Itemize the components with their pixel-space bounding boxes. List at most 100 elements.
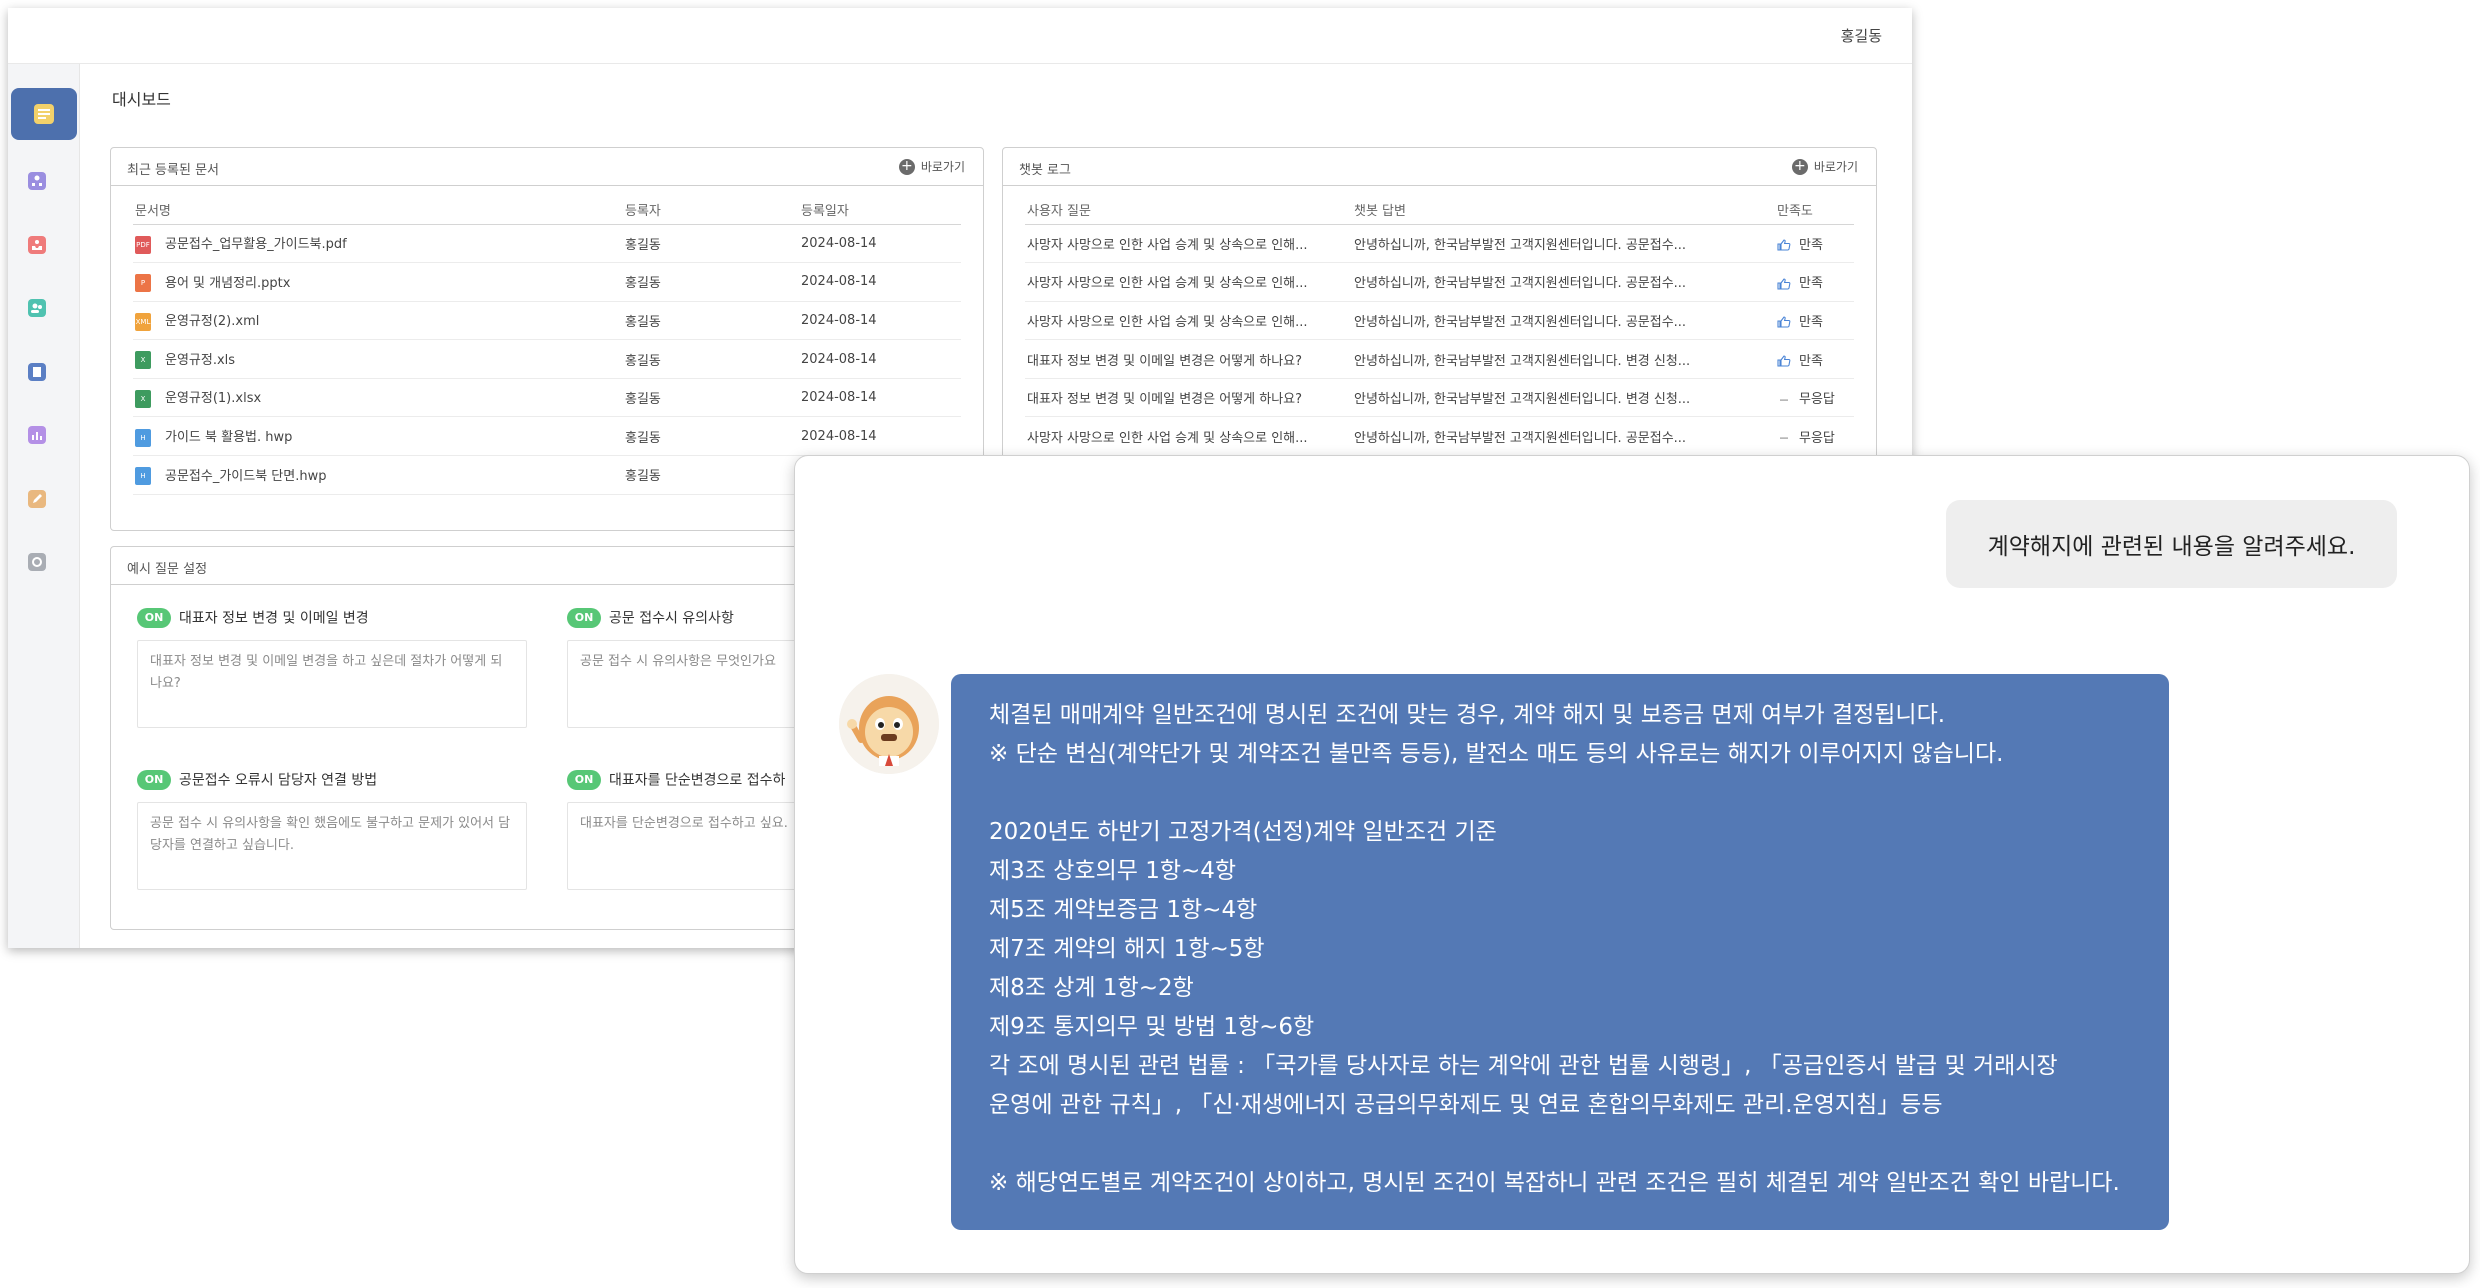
table-header-row: 사용자 질문 챗봇 답변 만족도 [1025, 196, 1854, 225]
table-row[interactable]: X 운영규정.xls 홍길동 2024-08-14 [133, 339, 961, 379]
document-icon [28, 363, 46, 381]
sample-question-card[interactable]: ON 공문접수 오류시 담당자 연결 방법 공문 접수 시 유의사항을 확인 했음… [137, 769, 527, 890]
bot-answer-cell[interactable]: 안녕하십니까, 한국남부발전 고객지원센터입니다. 공문접수... [1352, 301, 1775, 341]
user-name[interactable]: 홍길동 [1841, 25, 1882, 46]
user-question-cell[interactable]: 사망자 사망으로 인한 사업 승계 및 상속으로 인해... [1025, 262, 1352, 302]
sidebar-item-dashboard[interactable] [11, 88, 77, 140]
document-name[interactable]: 공문접수_가이드북 단면.hwp [165, 469, 327, 484]
bot-message-line: 제3조 상호의무 1항~4항 [989, 858, 1237, 884]
column-header: 등록일자 [799, 196, 961, 225]
document-name[interactable]: 운영규정(1).xlsx [165, 391, 261, 406]
inbox-icon [28, 236, 46, 254]
bot-message-line: 제8조 상계 1항~2항 [989, 975, 1194, 1001]
table-row[interactable]: 대표자 정보 변경 및 이메일 변경은 어떻게 하나요? 안녕하십니까, 한국남부… [1025, 378, 1854, 418]
table-row[interactable]: 사망자 사망으로 인한 사업 승계 및 상속으로 인해... 안녕하십니까, 한국… [1025, 224, 1854, 264]
goto-recent-documents-link[interactable]: + 바로가기 [898, 158, 965, 175]
author-cell: 홍길동 [623, 455, 799, 495]
satisfaction-label: 만족 [1799, 237, 1823, 253]
sidebar-item-statistics[interactable] [22, 420, 52, 450]
chatbot-avatar [839, 674, 939, 774]
author-cell: 홍길동 [623, 339, 799, 379]
user-question-cell[interactable]: 대표자 정보 변경 및 이메일 변경은 어떻게 하나요? [1025, 339, 1352, 379]
users-icon [28, 299, 46, 317]
xml-file-icon: XML [135, 312, 151, 331]
document-name-cell[interactable]: XML 운영규정(2).xml [133, 301, 623, 341]
bot-message-spacer [989, 774, 2131, 813]
column-header: 만족도 [1775, 196, 1854, 225]
author-cell: 홍길동 [623, 378, 799, 418]
sidebar-item-edit[interactable] [22, 484, 52, 514]
question-title: 공문접수 오류시 담당자 연결 방법 [179, 772, 378, 789]
on-toggle[interactable]: ON [137, 769, 171, 790]
document-name[interactable]: 용어 및 개념정리.pptx [165, 276, 290, 291]
thumbs-up-icon [1777, 278, 1791, 290]
thumbs-up-icon [1777, 316, 1791, 329]
satisfaction-cell: 만족 [1775, 224, 1854, 264]
bot-answer-cell[interactable]: 안녕하십니까, 한국남부발전 고객지원센터입니다. 공문접수... [1352, 224, 1775, 264]
sidebar-item-users[interactable] [22, 293, 52, 323]
document-name[interactable]: 운영규정.xls [165, 353, 235, 368]
panel-title: 최근 등록된 문서 [127, 163, 219, 178]
panel-title: 예시 질문 설정 [127, 562, 208, 577]
table-row[interactable]: X 운영규정(1).xlsx 홍길동 2024-08-14 [133, 378, 961, 418]
hwp-file-icon: H [135, 428, 151, 447]
document-name-cell[interactable]: X 운영규정.xls [133, 339, 623, 379]
document-name-cell[interactable]: P 용어 및 개념정리.pptx [133, 262, 623, 302]
table-row[interactable]: XML 운영규정(2).xml 홍길동 2024-08-14 [133, 301, 961, 341]
document-name[interactable]: 운영규정(2).xml [165, 314, 259, 329]
sidebar-item-documents[interactable] [22, 357, 52, 387]
on-toggle[interactable]: ON [567, 769, 601, 790]
document-name[interactable]: 가이드 북 활용법. hwp [165, 430, 292, 445]
document-name-cell[interactable]: X 운영규정(1).xlsx [133, 378, 623, 418]
question-text[interactable]: 대표자 정보 변경 및 이메일 변경을 하고 싶은데 절차가 어떻게 되나요? [137, 639, 527, 728]
dash-icon [1780, 437, 1788, 439]
sidebar-item-settings[interactable] [22, 547, 52, 577]
on-toggle[interactable]: ON [137, 607, 171, 628]
dashboard-icon [34, 104, 54, 124]
user-question-cell[interactable]: 사망자 사망으로 인한 사업 승계 및 상속으로 인해... [1025, 301, 1352, 341]
table-row[interactable]: P 용어 및 개념정리.pptx 홍길동 2024-08-14 [133, 262, 961, 302]
author-cell: 홍길동 [623, 224, 799, 264]
document-name-cell[interactable]: H 공문접수_가이드북 단면.hwp [133, 455, 623, 495]
document-name[interactable]: 공문접수_업무활용_가이드북.pdf [165, 237, 347, 252]
table-row[interactable]: 대표자 정보 변경 및 이메일 변경은 어떻게 하나요? 안녕하십니까, 한국남부… [1025, 339, 1854, 379]
document-name-cell[interactable]: PDF 공문접수_업무활용_가이드북.pdf [133, 224, 623, 264]
satisfaction-label: 만족 [1799, 353, 1823, 369]
table-row[interactable]: 사망자 사망으로 인한 사업 승계 및 상속으로 인해... 안녕하십니까, 한국… [1025, 301, 1854, 341]
question-text[interactable]: 공문 접수 시 유의사항을 확인 했음에도 불구하고 문제가 있어서 담당자를 … [137, 801, 527, 890]
bot-answer-cell[interactable]: 안녕하십니까, 한국남부발전 고객지원센터입니다. 변경 신청... [1352, 378, 1775, 418]
satisfaction-cell: 만족 [1775, 301, 1854, 341]
bot-answer-cell[interactable]: 안녕하십니까, 한국남부발전 고객지원센터입니다. 변경 신청... [1352, 339, 1775, 379]
user-question-cell[interactable]: 대표자 정보 변경 및 이메일 변경은 어떻게 하나요? [1025, 378, 1352, 418]
sample-question-card[interactable]: ON 대표자 정보 변경 및 이메일 변경 대표자 정보 변경 및 이메일 변경을… [137, 607, 527, 728]
page-title: 대시보드 [112, 90, 171, 109]
panel-title: 챗봇 로그 [1019, 163, 1071, 178]
bot-answer-cell[interactable]: 안녕하십니까, 한국남부발전 고객지원센터입니다. 공문접수... [1352, 262, 1775, 302]
date-cell: 2024-08-14 [799, 262, 961, 302]
user-question-cell[interactable]: 사망자 사망으로 인한 사업 승계 및 상속으로 인해... [1025, 416, 1352, 457]
satisfaction-cell: 무응답 [1775, 416, 1854, 457]
table-row[interactable]: 사망자 사망으로 인한 사업 승계 및 상속으로 인해... 안녕하십니까, 한국… [1025, 262, 1854, 302]
table-row[interactable]: PDF 공문접수_업무활용_가이드북.pdf 홍길동 2024-08-14 [133, 224, 961, 264]
panel-header: 챗봇 로그 + 바로가기 [1003, 148, 1876, 186]
sidebar-item-inbox[interactable] [22, 230, 52, 260]
bot-message-line: 제5조 계약보증금 1항~4항 [989, 897, 1258, 923]
author-cell: 홍길동 [623, 262, 799, 302]
on-toggle[interactable]: ON [567, 607, 601, 628]
table-row[interactable]: 사망자 사망으로 인한 사업 승계 및 상속으로 인해... 안녕하십니까, 한국… [1025, 416, 1854, 457]
bot-message-line: 각 조에 명시된 관련 법률 : 「국가를 당사자로 하는 계약에 관한 법률 … [989, 1053, 2058, 1079]
bot-answer-cell[interactable]: 안녕하십니까, 한국남부발전 고객지원센터입니다. 공문접수... [1352, 416, 1775, 457]
date-cell: 2024-08-14 [799, 301, 961, 341]
table-row[interactable]: H 가이드 북 활용법. hwp 홍길동 2024-08-14 [133, 416, 961, 457]
hwp-file-icon: H [135, 467, 151, 486]
bot-message-line: 제9조 통지의무 및 방법 1항~6항 [989, 1014, 1315, 1040]
thumbs-up-icon [1777, 239, 1791, 251]
user-question-cell[interactable]: 사망자 사망으로 인한 사업 승계 및 상속으로 인해... [1025, 224, 1352, 264]
sidebar-item-organization[interactable] [22, 166, 52, 196]
column-header: 챗봇 답변 [1352, 196, 1775, 225]
plus-circle-icon: + [1791, 158, 1808, 175]
goto-chatbot-log-link[interactable]: + 바로가기 [1791, 158, 1858, 175]
document-name-cell[interactable]: H 가이드 북 활용법. hwp [133, 416, 623, 457]
plus-circle-icon: + [898, 158, 915, 175]
question-title: 대표자를 단순변경으로 접수하 [609, 772, 786, 789]
